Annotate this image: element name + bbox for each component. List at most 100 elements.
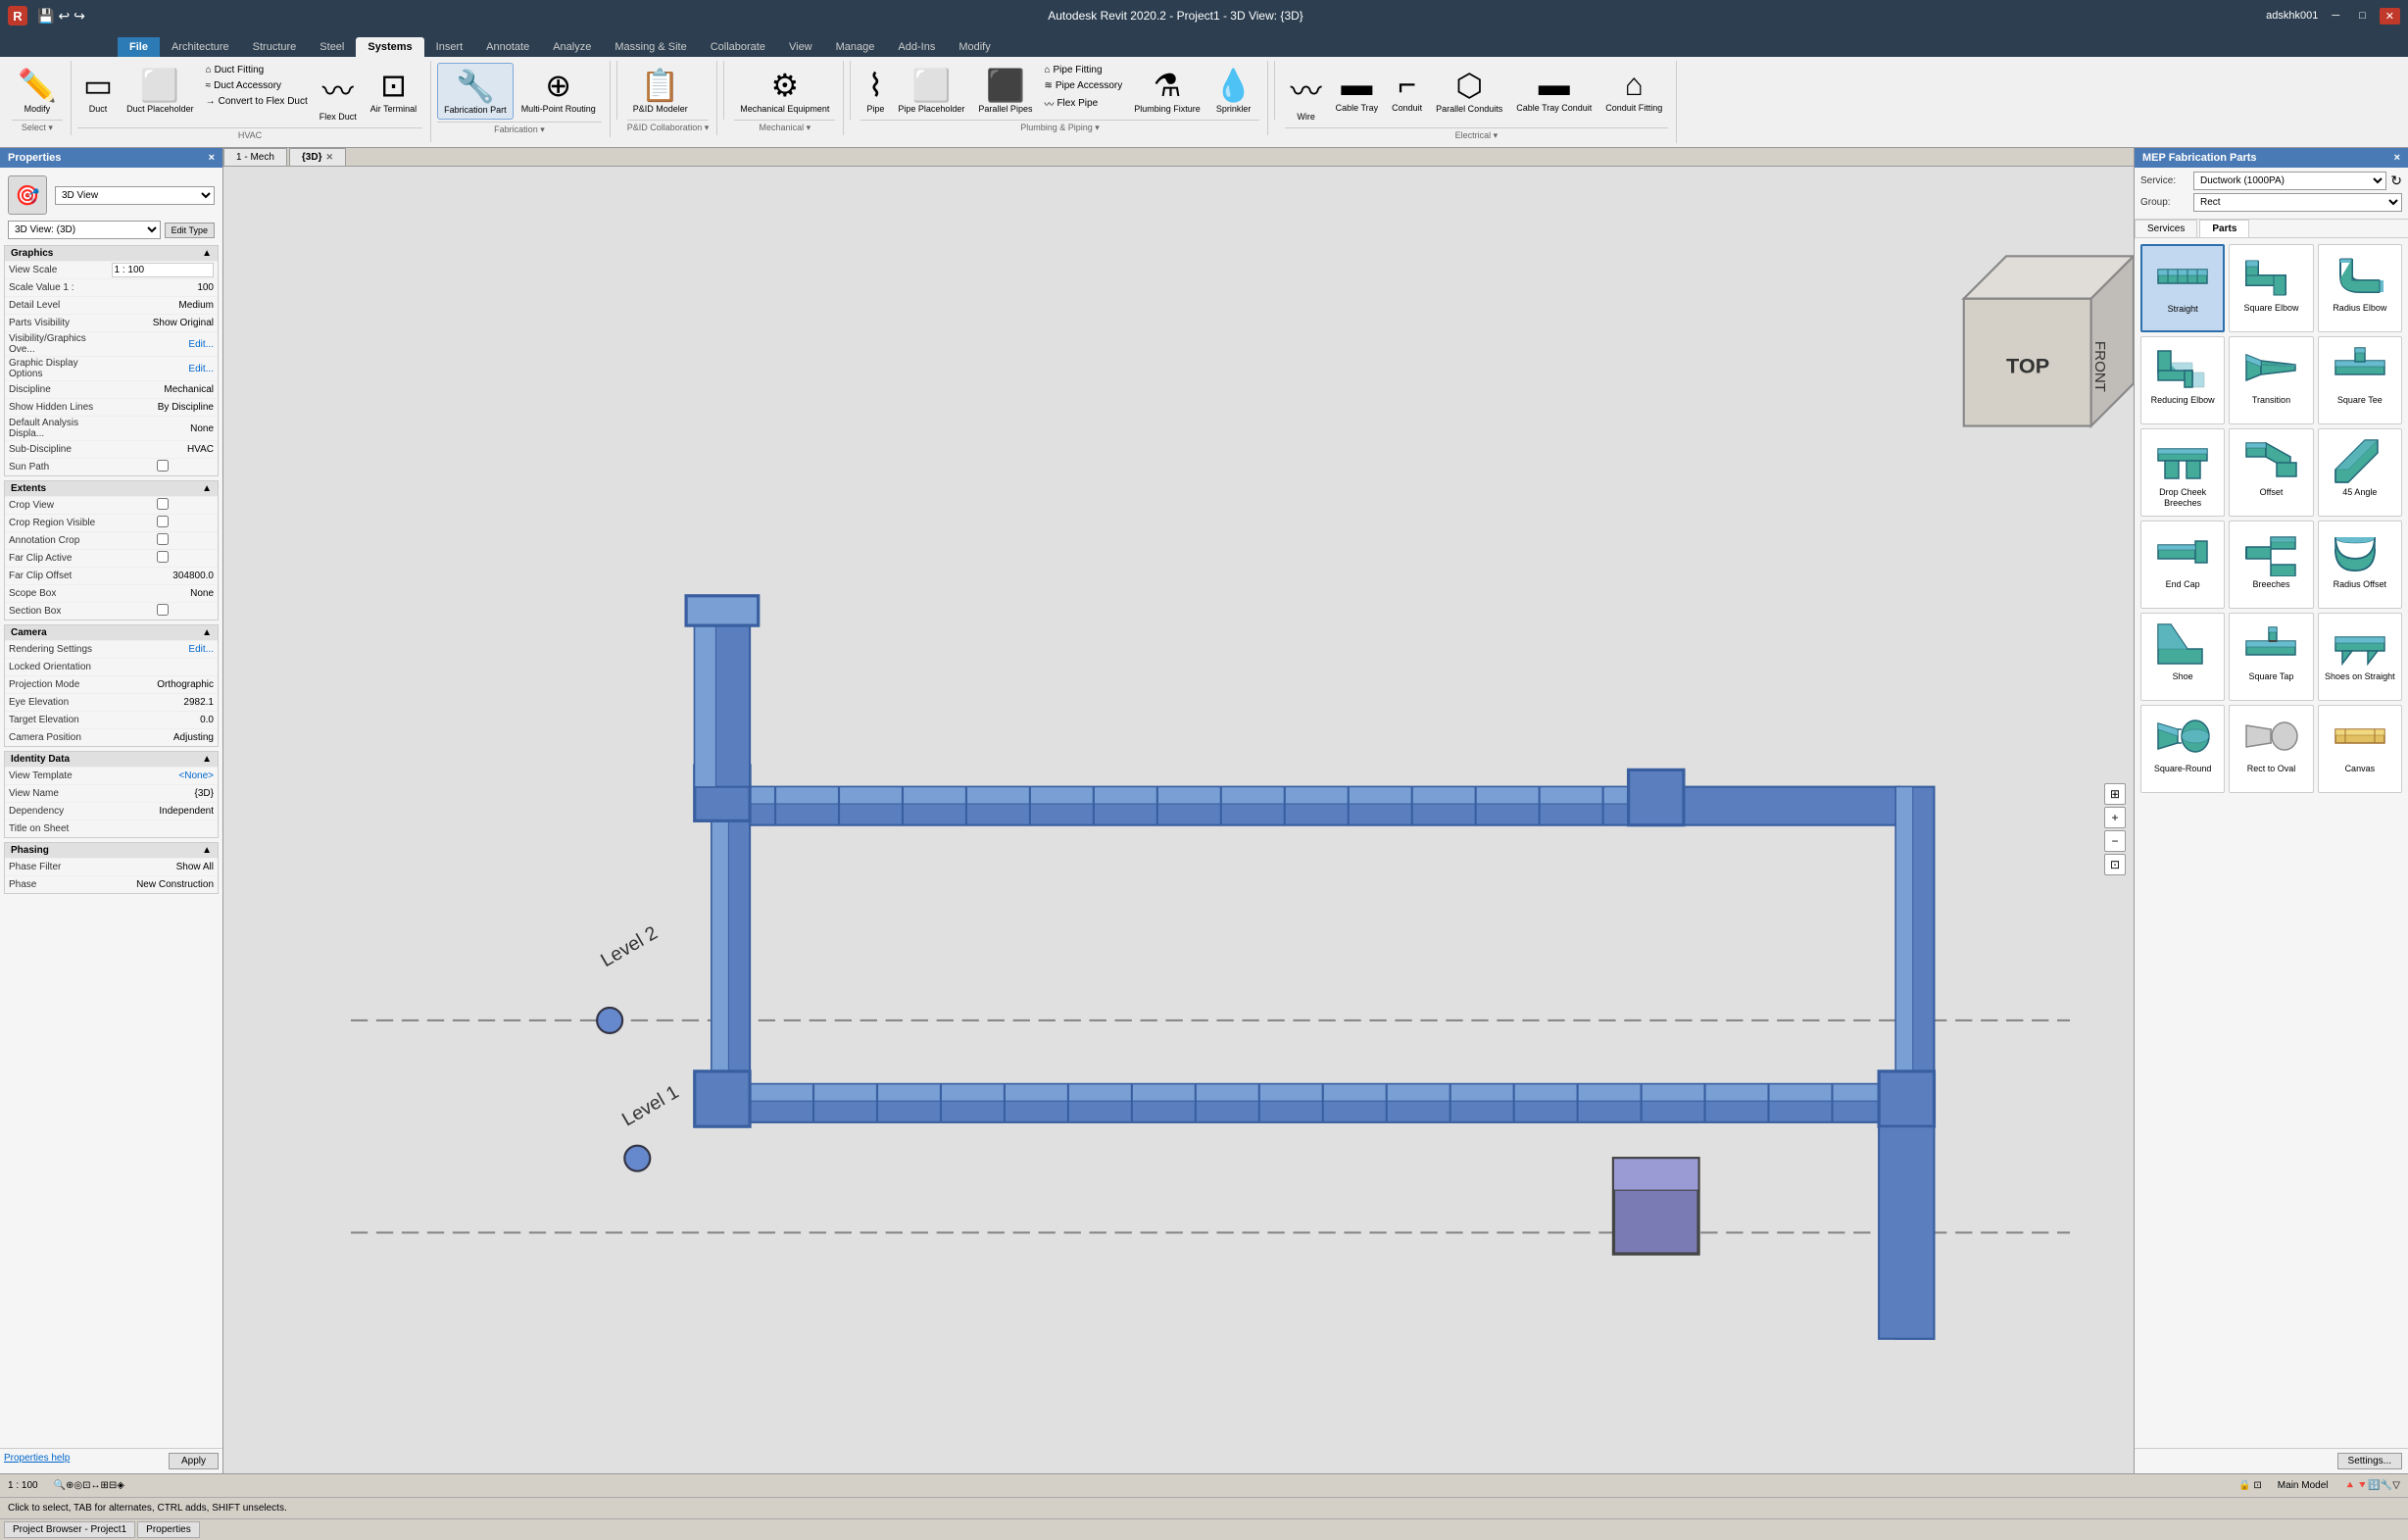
far-clip-checkbox[interactable] bbox=[112, 551, 215, 563]
tab-collaborate[interactable]: Collaborate bbox=[699, 37, 777, 57]
type-selector[interactable]: 3D View bbox=[55, 186, 215, 205]
part-breeches[interactable]: Breeches bbox=[2229, 521, 2313, 609]
mep-tab-services[interactable]: Services bbox=[2135, 220, 2197, 237]
part-transition[interactable]: Transition bbox=[2229, 336, 2313, 424]
part-end-cap[interactable]: End Cap bbox=[2140, 521, 2225, 609]
zoom-region-tool[interactable]: ⊞ bbox=[2104, 783, 2126, 805]
sun-path-checkbox[interactable] bbox=[112, 460, 215, 472]
save-icon[interactable]: 💾 bbox=[37, 8, 54, 25]
group-select[interactable]: Rect bbox=[2193, 193, 2402, 212]
settings-button[interactable]: Settings... bbox=[2337, 1453, 2402, 1469]
zoom-out-tool[interactable]: − bbox=[2104, 830, 2126, 852]
tab-systems[interactable]: Systems bbox=[356, 37, 423, 57]
properties-help-link[interactable]: Properties help bbox=[4, 1453, 70, 1469]
part-reducing-elbow[interactable]: Reducing Elbow bbox=[2140, 336, 2225, 424]
part-shoes-straight[interactable]: Shoes on Straight bbox=[2318, 613, 2402, 701]
part-square-tee[interactable]: Square Tee bbox=[2318, 336, 2402, 424]
part-drop-cheek-breeches[interactable]: Drop Cheek Breeches bbox=[2140, 428, 2225, 517]
viewport-canvas[interactable]: Level 1 Level 2 TOP FRONT ⊞ + − bbox=[223, 167, 2134, 1473]
undo-icon[interactable]: ↩ bbox=[58, 8, 70, 25]
part-square-tap[interactable]: Square Tap bbox=[2229, 613, 2313, 701]
mep-panel-close[interactable]: × bbox=[2394, 152, 2400, 164]
conduit-fitting-tool[interactable]: ⌂ Conduit Fitting bbox=[1599, 63, 1668, 117]
wire-tool[interactable]: 〰 Wire bbox=[1285, 63, 1328, 125]
identity-section-header[interactable]: Identity Data ▲ bbox=[5, 752, 218, 767]
type-dropdown[interactable]: 3D View bbox=[55, 186, 215, 205]
tab-steel[interactable]: Steel bbox=[308, 37, 356, 57]
convert-flex-tool[interactable]: → Convert to Flex Duct bbox=[202, 94, 312, 109]
viewport[interactable]: 1 - Mech {3D} ✕ bbox=[223, 148, 2134, 1473]
part-45-angle[interactable]: 45 Angle bbox=[2318, 428, 2402, 517]
part-canvas[interactable]: Canvas bbox=[2318, 705, 2402, 793]
flex-pipe-tool[interactable]: 〰 Flex Pipe bbox=[1040, 94, 1126, 113]
apply-button[interactable]: Apply bbox=[169, 1453, 219, 1469]
duct-placeholder-tool[interactable]: ⬜ Duct Placeholder bbox=[121, 63, 200, 118]
cable-tray-conduit-tool[interactable]: ▬ Cable Tray Conduit bbox=[1510, 63, 1597, 117]
cable-tray-tool[interactable]: ▬ Cable Tray bbox=[1330, 63, 1385, 117]
duct-tool[interactable]: ▭ Duct bbox=[77, 63, 119, 118]
graphics-section-header[interactable]: Graphics ▲ bbox=[5, 246, 218, 261]
tab-modify[interactable]: Modify bbox=[947, 37, 1002, 57]
tab-structure[interactable]: Structure bbox=[241, 37, 309, 57]
tab-architecture[interactable]: Architecture bbox=[160, 37, 241, 57]
fabrication-part-tool[interactable]: 🔧 Fabrication Part bbox=[437, 63, 514, 120]
service-select[interactable]: Ductwork (1000PA) bbox=[2193, 172, 2386, 190]
tab-annotate[interactable]: Annotate bbox=[474, 37, 541, 57]
duct-fitting-tool[interactable]: ⌂ Duct Fitting bbox=[202, 63, 312, 77]
tab-analyze[interactable]: Analyze bbox=[541, 37, 603, 57]
properties-close-button[interactable]: × bbox=[209, 152, 215, 164]
part-shoe[interactable]: Shoe bbox=[2140, 613, 2225, 701]
tab-file[interactable]: File bbox=[118, 37, 160, 57]
tab-view[interactable]: View bbox=[777, 37, 824, 57]
section-box-checkbox[interactable] bbox=[112, 604, 215, 616]
mep-tab-parts[interactable]: Parts bbox=[2199, 220, 2249, 237]
tab-insert[interactable]: Insert bbox=[424, 37, 475, 57]
service-refresh-icon[interactable]: ↻ bbox=[2390, 173, 2402, 189]
part-radius-elbow[interactable]: Radius Elbow bbox=[2318, 244, 2402, 332]
modify-tool[interactable]: ✏️ Modify bbox=[12, 63, 63, 118]
rendering-settings-button[interactable]: Edit... bbox=[112, 644, 215, 655]
crop-view-checkbox[interactable] bbox=[112, 498, 215, 510]
window-close[interactable]: ✕ bbox=[2380, 8, 2400, 25]
multipoint-routing-tool[interactable]: ⊕ Multi-Point Routing bbox=[516, 63, 602, 118]
pipe-placeholder-tool[interactable]: ⬜ Pipe Placeholder bbox=[892, 63, 970, 118]
conduit-tool[interactable]: ⌐ Conduit bbox=[1386, 63, 1428, 117]
part-square-round[interactable]: Square-Round bbox=[2140, 705, 2225, 793]
parallel-pipes-tool[interactable]: ⬛ Parallel Pipes bbox=[972, 63, 1038, 118]
parallel-conduits-tool[interactable]: ⬡ Parallel Conduits bbox=[1430, 63, 1508, 118]
sprinkler-tool[interactable]: 💧 Sprinkler bbox=[1208, 63, 1259, 118]
flex-duct-tool[interactable]: 〰 Flex Duct bbox=[314, 63, 363, 125]
viewport-tab-3d-close[interactable]: ✕ bbox=[325, 152, 333, 163]
view-template-button[interactable]: <None> bbox=[112, 770, 215, 781]
pipe-tool[interactable]: ⌇ Pipe bbox=[860, 63, 890, 118]
project-browser-tab[interactable]: Project Browser - Project1 bbox=[4, 1521, 135, 1538]
properties-tab[interactable]: Properties bbox=[137, 1521, 200, 1538]
camera-section-header[interactable]: Camera ▲ bbox=[5, 625, 218, 640]
viewport-tab-mech[interactable]: 1 - Mech bbox=[223, 148, 287, 166]
zoom-in-tool[interactable]: + bbox=[2104, 807, 2126, 828]
tab-addins[interactable]: Add-Ins bbox=[886, 37, 947, 57]
phasing-section-header[interactable]: Phasing ▲ bbox=[5, 843, 218, 858]
viewport-tab-3d[interactable]: {3D} ✕ bbox=[289, 148, 346, 166]
plumbing-fixture-tool[interactable]: ⚗ Plumbing Fixture bbox=[1128, 63, 1206, 118]
tab-manage[interactable]: Manage bbox=[824, 37, 887, 57]
window-maximize[interactable]: □ bbox=[2353, 8, 2372, 24]
annotation-crop-checkbox[interactable] bbox=[112, 533, 215, 545]
air-terminal-tool[interactable]: ⊡ Air Terminal bbox=[365, 63, 422, 118]
extents-section-header[interactable]: Extents ▲ bbox=[5, 481, 218, 496]
crop-region-checkbox[interactable] bbox=[112, 516, 215, 527]
pipe-accessory-tool[interactable]: ≋ Pipe Accessory bbox=[1040, 78, 1126, 93]
part-square-elbow[interactable]: Square Elbow bbox=[2229, 244, 2313, 332]
tab-massing[interactable]: Massing & Site bbox=[603, 37, 698, 57]
pipe-fitting-tool[interactable]: ⌂ Pipe Fitting bbox=[1040, 63, 1126, 77]
duct-accessory-tool[interactable]: ≈ Duct Accessory bbox=[202, 78, 312, 93]
part-rect-to-oval[interactable]: Rect to Oval bbox=[2229, 705, 2313, 793]
edit-type-button[interactable]: Edit Type bbox=[165, 223, 215, 238]
redo-icon[interactable]: ↪ bbox=[74, 8, 85, 25]
vg-overrides-button[interactable]: Edit... bbox=[112, 339, 215, 350]
part-straight[interactable]: Straight bbox=[2140, 244, 2225, 332]
view-type-select[interactable]: 3D View: (3D) bbox=[8, 221, 161, 239]
window-minimize[interactable]: ─ bbox=[2326, 8, 2345, 24]
graphic-display-button[interactable]: Edit... bbox=[112, 364, 215, 374]
fit-view-tool[interactable]: ⊡ bbox=[2104, 854, 2126, 875]
